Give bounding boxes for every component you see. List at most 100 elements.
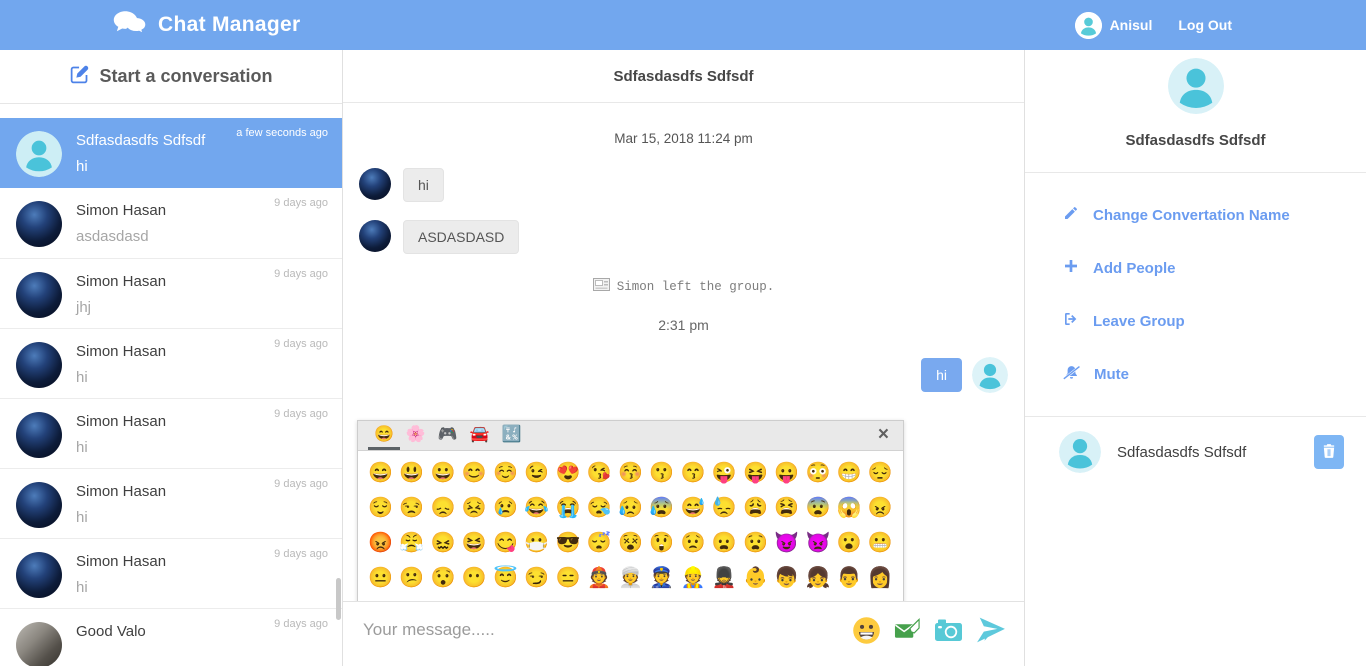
emoji[interactable]: 😲: [646, 526, 677, 561]
emoji[interactable]: 😴: [584, 526, 615, 561]
emoji[interactable]: 😅: [677, 491, 708, 526]
emoji[interactable]: 😇: [490, 561, 521, 596]
emoji[interactable]: 👿: [802, 526, 833, 561]
emoji[interactable]: 😶: [459, 561, 490, 596]
close-icon[interactable]: ×: [874, 421, 893, 450]
emoji[interactable]: 👰: [802, 596, 833, 601]
camera-icon[interactable]: [934, 618, 963, 642]
emoji[interactable]: 👲: [584, 561, 615, 596]
emoji[interactable]: 👧: [802, 561, 833, 596]
emoji[interactable]: 😡: [365, 526, 396, 561]
emoji[interactable]: 😉: [521, 456, 552, 491]
emoji[interactable]: 👷: [677, 561, 708, 596]
emoji[interactable]: 😁: [834, 456, 865, 491]
emoji[interactable]: 😵: [615, 526, 646, 561]
emoji[interactable]: 😋: [490, 526, 521, 561]
conversation-item[interactable]: Simon Hasan hi 9 days ago: [0, 398, 342, 468]
emoji-tab-nature[interactable]: 🌸: [400, 421, 432, 450]
emoji[interactable]: 😂: [521, 491, 552, 526]
nav-user-menu[interactable]: Anisul: [1075, 12, 1153, 39]
change-conversation-name-button[interactable]: Change Convertation Name: [1063, 205, 1366, 225]
message-input[interactable]: [363, 620, 852, 640]
emoji[interactable]: 👸: [490, 596, 521, 601]
emoji[interactable]: 👮: [646, 561, 677, 596]
emoji[interactable]: 😱: [834, 491, 865, 526]
emoji[interactable]: 👼: [740, 596, 771, 601]
sidebar-scrollbar[interactable]: [336, 578, 341, 620]
emoji[interactable]: 😌: [365, 491, 396, 526]
emoji[interactable]: 😩: [740, 491, 771, 526]
emoji[interactable]: 😳: [802, 456, 833, 491]
emoji[interactable]: 😗: [646, 456, 677, 491]
add-people-button[interactable]: Add People: [1063, 258, 1366, 278]
emoji[interactable]: 🙋: [615, 596, 646, 601]
emoji[interactable]: 😦: [709, 526, 740, 561]
emoji[interactable]: 🙆: [584, 596, 615, 601]
emoji[interactable]: 😊: [459, 456, 490, 491]
emoji[interactable]: 👲: [459, 596, 490, 601]
emoji[interactable]: 💂: [709, 561, 740, 596]
emoji[interactable]: 🙌: [677, 596, 708, 601]
emoji[interactable]: 😢: [490, 491, 521, 526]
emoji[interactable]: 😏: [521, 561, 552, 596]
emoji[interactable]: 😞: [427, 491, 458, 526]
emoji[interactable]: 😜: [709, 456, 740, 491]
emoji-tab-smileys[interactable]: 😄: [368, 421, 400, 450]
brand[interactable]: Chat Manager: [112, 10, 300, 41]
emoji[interactable]: 🙏: [709, 596, 740, 601]
emoji[interactable]: 😍: [552, 456, 583, 491]
emoji[interactable]: 😝: [740, 456, 771, 491]
emoji[interactable]: 🙅: [552, 596, 583, 601]
conversation-item[interactable]: Simon Hasan hi 9 days ago: [0, 468, 342, 538]
emoji-tab-symbols[interactable]: 🔣: [496, 421, 528, 450]
emoji[interactable]: 😫: [771, 491, 802, 526]
emoji[interactable]: 😒: [396, 491, 427, 526]
emoji[interactable]: 👳: [615, 561, 646, 596]
emoji[interactable]: 😚: [615, 456, 646, 491]
conversation-item[interactable]: Simon Hasan hi 9 days ago: [0, 538, 342, 608]
emoji[interactable]: 😃: [396, 456, 427, 491]
emoji-picker-button[interactable]: [852, 616, 881, 645]
conversation-item[interactable]: Simon Hasan hi 9 days ago: [0, 328, 342, 398]
remove-member-button[interactable]: [1314, 435, 1344, 469]
emoji[interactable]: 😪: [584, 491, 615, 526]
emoji[interactable]: 😆: [459, 526, 490, 561]
emoji[interactable]: 😓: [709, 491, 740, 526]
emoji-tab-travel[interactable]: 🚘: [464, 421, 496, 450]
emoji[interactable]: 👦: [771, 561, 802, 596]
emoji[interactable]: 😈: [771, 526, 802, 561]
start-conversation-header[interactable]: Start a conversation: [0, 50, 342, 104]
emoji[interactable]: 😬: [865, 526, 896, 561]
conversation-item[interactable]: Good Valo 9 days ago: [0, 608, 342, 666]
emoji[interactable]: 👴: [396, 596, 427, 601]
conversation-item[interactable]: Sdfasdasdfs Sdfsdf hi a few seconds ago: [0, 118, 342, 188]
emoji[interactable]: 😛: [771, 456, 802, 491]
emoji-tab-activities[interactable]: 🎮: [432, 421, 464, 450]
emoji[interactable]: 😔: [865, 456, 896, 491]
emoji[interactable]: 😐: [365, 561, 396, 596]
mute-button[interactable]: Mute: [1063, 364, 1366, 385]
emoji[interactable]: 😑: [552, 561, 583, 596]
nav-username[interactable]: Anisul: [1110, 17, 1153, 33]
emoji[interactable]: ☺️: [490, 456, 521, 491]
conversation-item[interactable]: Simon Hasan jhj 9 days ago: [0, 258, 342, 328]
emoji[interactable]: 😀: [427, 456, 458, 491]
emoji[interactable]: 🙎: [521, 596, 552, 601]
emoji[interactable]: 😎: [552, 526, 583, 561]
emoji[interactable]: 💆: [834, 596, 865, 601]
emoji[interactable]: 💇: [865, 596, 896, 601]
emoji[interactable]: 😕: [396, 561, 427, 596]
leave-group-button[interactable]: Leave Group: [1063, 311, 1366, 331]
emoji[interactable]: 👱: [365, 596, 396, 601]
emoji[interactable]: 👶: [740, 561, 771, 596]
emoji[interactable]: 😥: [615, 491, 646, 526]
emoji[interactable]: 😄: [365, 456, 396, 491]
emoji[interactable]: 😰: [646, 491, 677, 526]
emoji[interactable]: 😮: [834, 526, 865, 561]
emoji[interactable]: 👵: [427, 596, 458, 601]
emoji[interactable]: 😠: [865, 491, 896, 526]
emoji[interactable]: 😤: [396, 526, 427, 561]
emoji[interactable]: 👨: [834, 561, 865, 596]
emoji[interactable]: 😨: [802, 491, 833, 526]
emoji[interactable]: 😯: [427, 561, 458, 596]
